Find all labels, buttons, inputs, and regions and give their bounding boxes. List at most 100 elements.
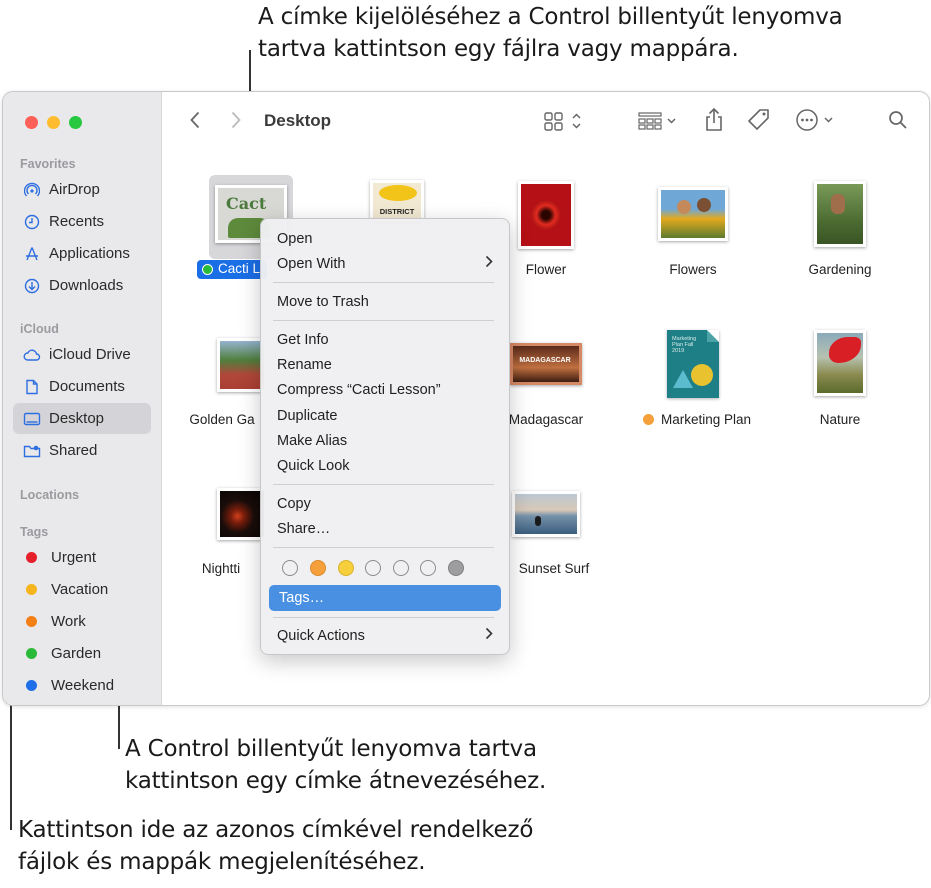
person-image	[831, 194, 845, 214]
sidebar-item-airdrop[interactable]: AirDrop	[13, 174, 151, 205]
lemon-image	[379, 185, 417, 201]
file-thumbnail: DISTRICT	[370, 180, 424, 222]
file-thumbnail: MADAGASCAR	[510, 343, 582, 385]
triangle-shape	[673, 370, 693, 388]
menu-item-get-info[interactable]: Get Info	[277, 332, 329, 348]
menu-item-quick-look[interactable]: Quick Look	[277, 458, 350, 474]
sidebar-item-shared[interactable]: Shared	[13, 435, 151, 466]
sidebar-item-label: iCloud Drive	[49, 346, 131, 363]
menu-separator	[273, 617, 494, 618]
tag-dot-icon	[26, 552, 37, 563]
tag-dot-icon	[202, 264, 213, 275]
desktop-icon	[23, 410, 41, 428]
yellow-circle-shape	[691, 364, 713, 386]
sidebar: Favorites AirDrop Recents Applications D…	[3, 92, 162, 705]
tag-color-none-button[interactable]	[365, 560, 381, 576]
sidebar-item-desktop[interactable]: Desktop	[13, 403, 151, 434]
callout-mid-line2: kattintson egy címke átnevezéséhez.	[125, 768, 547, 794]
sidebar-section-icloud: iCloud	[20, 322, 59, 336]
sidebar-item-label: Vacation	[51, 581, 109, 598]
sidebar-item-documents[interactable]: Documents	[13, 371, 151, 402]
more-actions-button[interactable]	[795, 108, 841, 132]
callout-bottom-line2: fájlok és mappák megjelenítéséhez.	[18, 849, 426, 875]
tag-icon[interactable]	[745, 107, 773, 133]
zoom-window-button[interactable]	[69, 116, 82, 129]
surfer-image	[535, 516, 541, 526]
file-name: Cacti L	[218, 261, 261, 276]
tag-color-none-button[interactable]	[282, 560, 298, 576]
file-thumbnail	[512, 491, 580, 537]
sidebar-item-downloads[interactable]: Downloads	[13, 270, 151, 301]
view-mode-button[interactable]	[543, 109, 585, 133]
menu-item-rename[interactable]: Rename	[277, 357, 332, 373]
minimize-window-button[interactable]	[47, 116, 60, 129]
chevron-right-icon	[485, 255, 493, 271]
close-window-button[interactable]	[25, 116, 38, 129]
tag-color-none-button[interactable]	[393, 560, 409, 576]
menu-item-open[interactable]: Open	[277, 231, 312, 247]
file-thumbnail	[814, 181, 866, 247]
tag-dot-icon	[26, 616, 37, 627]
tag-dot-icon	[26, 584, 37, 595]
menu-item-tags[interactable]: Tags…	[269, 585, 501, 611]
tag-color-orange-button[interactable]	[310, 560, 326, 576]
sidebar-item-label: Documents	[49, 378, 125, 395]
file-name: Nightti	[201, 561, 241, 576]
callout-top-line1: A címke kijelöléséhez a Control billenty…	[258, 4, 843, 30]
menu-item-move-to-trash[interactable]: Move to Trash	[277, 294, 369, 310]
file-thumbnail	[518, 181, 574, 249]
sidebar-item-label: Weekend	[51, 677, 115, 694]
red-fabric-image	[829, 337, 861, 363]
sidebar-item-label: AirDrop	[49, 181, 100, 198]
menu-item-copy[interactable]: Copy	[277, 496, 311, 512]
sidebar-item-label: Downloads	[49, 277, 124, 294]
sidebar-item-label: Applications	[49, 245, 130, 262]
menu-item-share[interactable]: Share…	[277, 521, 330, 537]
file-label-selected: Cacti L	[197, 260, 267, 279]
sidebar-item-recents[interactable]: Recents	[13, 206, 151, 237]
sidebar-item-applications[interactable]: Applications	[13, 238, 151, 269]
share-icon[interactable]	[703, 106, 725, 134]
menu-separator	[273, 282, 494, 283]
menu-item-make-alias[interactable]: Make Alias	[277, 433, 347, 449]
forward-chevron-icon[interactable]	[227, 110, 245, 130]
person-image	[697, 198, 711, 212]
callout-top-line2: tartva kattintson egy fájlra vagy mappár…	[258, 36, 739, 62]
sidebar-tag-work[interactable]: Work	[13, 606, 151, 637]
sidebar-item-label: Urgent	[51, 549, 97, 566]
tag-color-gray-button[interactable]	[448, 560, 464, 576]
file-name: Marketing Plan	[660, 412, 752, 427]
menu-item-open-with[interactable]: Open With	[277, 256, 346, 272]
menu-item-compress[interactable]: Compress “Cacti Lesson”	[277, 382, 441, 398]
sidebar-item-icloud-drive[interactable]: iCloud Drive	[13, 339, 151, 370]
page-corner	[707, 330, 719, 342]
file-name: Nature	[819, 412, 861, 427]
tag-dot-icon	[26, 648, 37, 659]
search-icon[interactable]	[887, 109, 909, 131]
sidebar-section-favorites: Favorites	[20, 157, 76, 171]
sidebar-tag-vacation[interactable]: Vacation	[13, 574, 151, 605]
menu-item-duplicate[interactable]: Duplicate	[277, 408, 337, 424]
flower-image	[531, 200, 561, 230]
window-title: Desktop	[264, 111, 332, 130]
tag-color-none-button[interactable]	[420, 560, 436, 576]
sidebar-tag-weekend[interactable]: Weekend	[13, 670, 151, 701]
file-thumbnail	[814, 330, 866, 396]
download-icon	[23, 277, 41, 295]
sidebar-item-label: Recents	[49, 213, 105, 230]
sidebar-tag-urgent[interactable]: Urgent	[13, 542, 151, 573]
tag-dot-icon	[642, 414, 654, 425]
sidebar-item-label: Desktop	[49, 410, 105, 427]
cloud-icon	[23, 346, 41, 364]
back-chevron-icon[interactable]	[186, 110, 204, 130]
sidebar-item-label: Shared	[49, 442, 98, 459]
menu-item-quick-actions[interactable]: Quick Actions	[277, 628, 365, 644]
menu-separator	[273, 547, 494, 548]
tag-color-yellow-button[interactable]	[338, 560, 354, 576]
file-thumbnail: Marketing Plan Fall 2019	[667, 330, 719, 398]
airdrop-icon	[23, 181, 41, 199]
sidebar-tag-garden[interactable]: Garden	[13, 638, 151, 669]
applications-icon	[23, 245, 41, 263]
group-by-button[interactable]	[637, 109, 681, 133]
clock-icon	[23, 213, 41, 231]
